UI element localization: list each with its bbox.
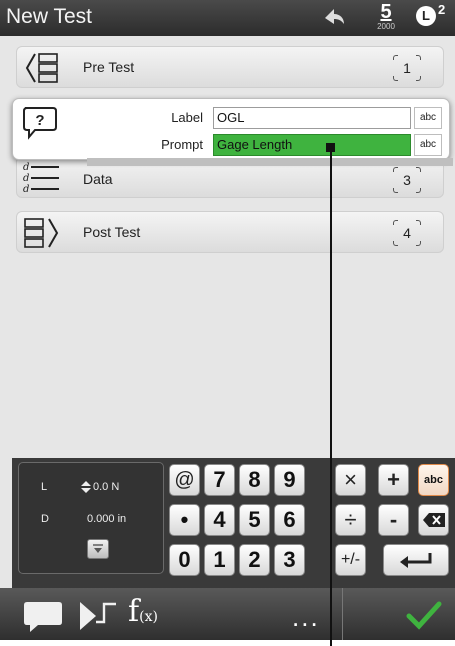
label-field[interactable]: OGL — [213, 107, 411, 129]
key-4[interactable]: 4 — [204, 504, 235, 536]
key-1[interactable]: 1 — [204, 544, 235, 576]
key-2[interactable]: 2 — [239, 544, 270, 576]
user-level-icon[interactable]: L — [416, 6, 436, 26]
live-readout: L 0.0 N D 0.000 in — [18, 462, 164, 574]
row-label: Data — [83, 171, 113, 187]
prompt-caption: Prompt — [161, 137, 203, 152]
comment-icon[interactable] — [22, 600, 64, 639]
key-decimal[interactable]: • — [169, 504, 200, 536]
function-icon[interactable]: f(x) — [128, 594, 158, 629]
key-at[interactable]: @ — [169, 464, 200, 496]
key-7[interactable]: 7 — [204, 464, 235, 496]
svg-text:d: d — [23, 162, 29, 173]
filter-icon[interactable] — [87, 539, 109, 559]
load-value: 0.0 N — [93, 481, 120, 493]
enter-icon[interactable] — [383, 544, 449, 576]
popup-shadow-strip — [87, 158, 453, 166]
svg-text:?: ? — [35, 112, 44, 129]
device-screen: New Test 5 2000 L 2 Pre Test 1 d d d Dat… — [0, 0, 455, 640]
key-divide[interactable]: ÷ — [335, 504, 366, 536]
window-title: New Test — [6, 5, 92, 28]
user-level-number: 2 — [438, 2, 446, 17]
key-6[interactable]: 6 — [274, 504, 305, 536]
key-0[interactable]: 0 — [169, 544, 200, 576]
displacement-name: D — [41, 513, 49, 525]
mode-icon[interactable]: 5 2000 — [374, 1, 398, 31]
svg-text:d: d — [23, 184, 29, 195]
key-multiply[interactable]: × — [335, 464, 366, 496]
displacement-value: 0.000 in — [87, 513, 127, 525]
prompt-editor-popup: ? Label OGL abc Prompt Gage Length abc — [12, 98, 453, 166]
key-plus[interactable]: + — [378, 464, 409, 496]
load-arrows-icon — [81, 481, 91, 496]
key-3[interactable]: 3 — [274, 544, 305, 576]
key-plus-minus[interactable]: +/- — [335, 544, 366, 576]
row-number: 1 — [393, 55, 421, 81]
row-number: 4 — [393, 220, 421, 246]
row-label: Pre Test — [83, 59, 135, 75]
svg-text:d: d — [23, 173, 29, 184]
prompt-abc-button[interactable]: abc — [414, 134, 442, 156]
row-pre-test[interactable]: Pre Test 1 — [16, 46, 444, 88]
row-number: 3 — [393, 167, 421, 193]
more-menu[interactable]: ... — [292, 602, 320, 633]
prompt-field[interactable]: Gage Length — [213, 134, 411, 156]
title-bar: New Test 5 2000 L 2 — [0, 0, 455, 36]
bottom-toolbar: f(x) ... — [0, 588, 455, 640]
pre-test-icon — [21, 50, 65, 91]
confirm-check-icon[interactable] — [406, 600, 442, 635]
label-caption: Label — [171, 110, 203, 125]
key-5[interactable]: 5 — [239, 504, 270, 536]
key-8[interactable]: 8 — [239, 464, 270, 496]
data-icon: d d d — [21, 159, 65, 200]
toolbar-divider — [342, 588, 343, 640]
annotation-leader-dot — [326, 143, 335, 152]
load-name: L — [41, 481, 48, 493]
keyboard-panel: L 0.0 N D 0.000 in @ 7 8 9 × + abc • 4 5… — [12, 458, 455, 588]
key-minus[interactable]: - — [378, 504, 409, 536]
step-signal-icon[interactable] — [78, 598, 118, 637]
undo-icon[interactable] — [322, 6, 348, 33]
row-label: Post Test — [83, 224, 141, 240]
annotation-leader-line — [330, 147, 332, 646]
prompt-icon: ? — [21, 105, 59, 146]
key-abc[interactable]: abc — [418, 464, 449, 496]
key-9[interactable]: 9 — [274, 464, 305, 496]
backspace-icon[interactable] — [418, 504, 449, 536]
post-test-icon — [21, 215, 65, 256]
label-abc-button[interactable]: abc — [414, 107, 442, 129]
row-post-test[interactable]: Post Test 4 — [16, 211, 444, 253]
